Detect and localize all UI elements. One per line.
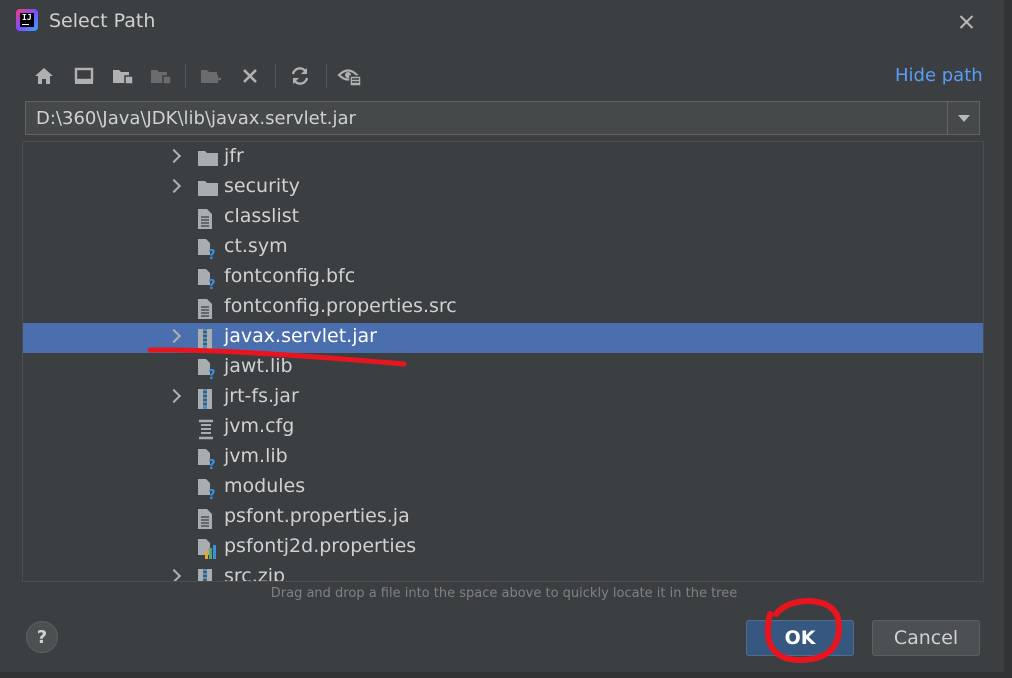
jar-archive-icon: [197, 328, 217, 350]
tree-row[interactable]: jfr: [23, 143, 983, 173]
jar-archive-icon: [197, 568, 217, 581]
chevron-right-icon[interactable]: [169, 331, 179, 341]
background-window-edge-bottom: [0, 672, 1012, 678]
delete-icon[interactable]: [236, 62, 264, 90]
tree-row-label: javax.servlet.jar: [224, 325, 377, 347]
tree-row-label: psfontj2d.properties: [224, 535, 417, 557]
text-file-icon: [197, 208, 217, 230]
svg-text:?: ?: [208, 458, 216, 470]
folder-icon: [197, 178, 218, 200]
unknown-file-icon: ?: [197, 478, 217, 503]
home-icon[interactable]: [30, 62, 58, 90]
svg-text:?: ?: [208, 488, 216, 500]
path-input[interactable]: [26, 102, 946, 134]
tree-row-label: jawt.lib: [224, 355, 293, 377]
tree-row[interactable]: src.zip: [23, 563, 983, 582]
dialog-title: Select Path: [49, 10, 156, 32]
tree-row[interactable]: fontconfig.properties.src: [23, 293, 983, 323]
unknown-file-icon: ?: [197, 268, 217, 293]
hide-path-link[interactable]: Hide path: [895, 65, 983, 86]
chevron-right-icon[interactable]: [169, 391, 179, 401]
tree-row-label: classlist: [224, 205, 300, 227]
intellij-idea-icon: IJ: [16, 9, 38, 31]
tree-row[interactable]: ? modules: [23, 473, 983, 503]
background-window-edge: [1004, 0, 1012, 678]
tree-row[interactable]: jvm.cfg: [23, 413, 983, 443]
svg-text:?: ?: [208, 278, 216, 290]
title-bar: IJ Select Path: [0, 0, 1004, 44]
tree-row[interactable]: ? jawt.lib: [23, 353, 983, 383]
unknown-file-icon: ?: [197, 358, 217, 383]
config-file-icon: [197, 418, 217, 440]
drag-drop-hint: Drag and drop a file into the space abov…: [270, 586, 738, 601]
tree-row[interactable]: security: [23, 173, 983, 203]
text-file-icon: [197, 298, 217, 320]
unknown-file-icon: ?: [197, 448, 217, 473]
tree-row-label: ct.sym: [224, 235, 288, 257]
close-icon[interactable]: [950, 6, 982, 38]
desktop-icon[interactable]: [70, 62, 98, 90]
chevron-down-icon[interactable]: [947, 102, 980, 134]
unknown-file-icon: ?: [197, 238, 217, 263]
svg-text:?: ?: [208, 248, 216, 260]
ok-button[interactable]: OK: [746, 620, 854, 656]
file-tree[interactable]: jfr security classlist? ct.sym? fontconfig.b…: [22, 141, 984, 582]
tree-row-label: security: [224, 175, 300, 197]
tree-row-label: jrt-fs.jar: [224, 385, 299, 407]
cancel-button[interactable]: Cancel: [872, 620, 980, 656]
text-file-icon: [197, 508, 217, 530]
tree-row-label: fontconfig.bfc: [224, 265, 356, 287]
tree-row[interactable]: classlist: [23, 203, 983, 233]
tree-row[interactable]: ? ct.sym: [23, 233, 983, 263]
jar-archive-icon: [197, 388, 217, 410]
chevron-right-icon[interactable]: [169, 571, 179, 581]
chevron-right-icon[interactable]: [169, 151, 179, 161]
tree-row[interactable]: ? fontconfig.bfc: [23, 263, 983, 293]
tree-row-label: jvm.cfg: [224, 415, 295, 437]
select-path-dialog: IJ Select Path Hide path D:\360\Java\JDK…: [0, 0, 1005, 673]
svg-text:?: ?: [208, 368, 216, 380]
new-folder-icon[interactable]: [197, 62, 225, 90]
chevron-right-icon[interactable]: [169, 181, 179, 191]
project-folder-icon[interactable]: [109, 62, 137, 90]
tree-row-label: modules: [224, 475, 306, 497]
tree-row-label: fontconfig.properties.src: [224, 295, 457, 317]
tree-row[interactable]: javax.servlet.jar: [23, 323, 983, 353]
module-folder-icon[interactable]: [147, 62, 175, 90]
tree-row[interactable]: ? jvm.lib: [23, 443, 983, 473]
tree-row-label: jfr: [224, 145, 244, 167]
tree-row-label: jvm.lib: [224, 445, 288, 467]
tree-row[interactable]: psfont.properties.ja: [23, 503, 983, 533]
help-button[interactable]: ?: [26, 621, 58, 653]
tree-row-label: src.zip: [224, 565, 286, 582]
refresh-icon[interactable]: [286, 62, 314, 90]
show-hidden-icon[interactable]: [336, 62, 364, 90]
folder-icon: [197, 148, 218, 170]
tree-row[interactable]: psfontj2d.properties: [23, 533, 983, 563]
tree-row[interactable]: jrt-fs.jar: [23, 383, 983, 413]
tree-row-label: psfont.properties.ja: [224, 505, 410, 527]
properties-file-icon: [197, 538, 217, 560]
path-combobox[interactable]: [25, 101, 980, 135]
